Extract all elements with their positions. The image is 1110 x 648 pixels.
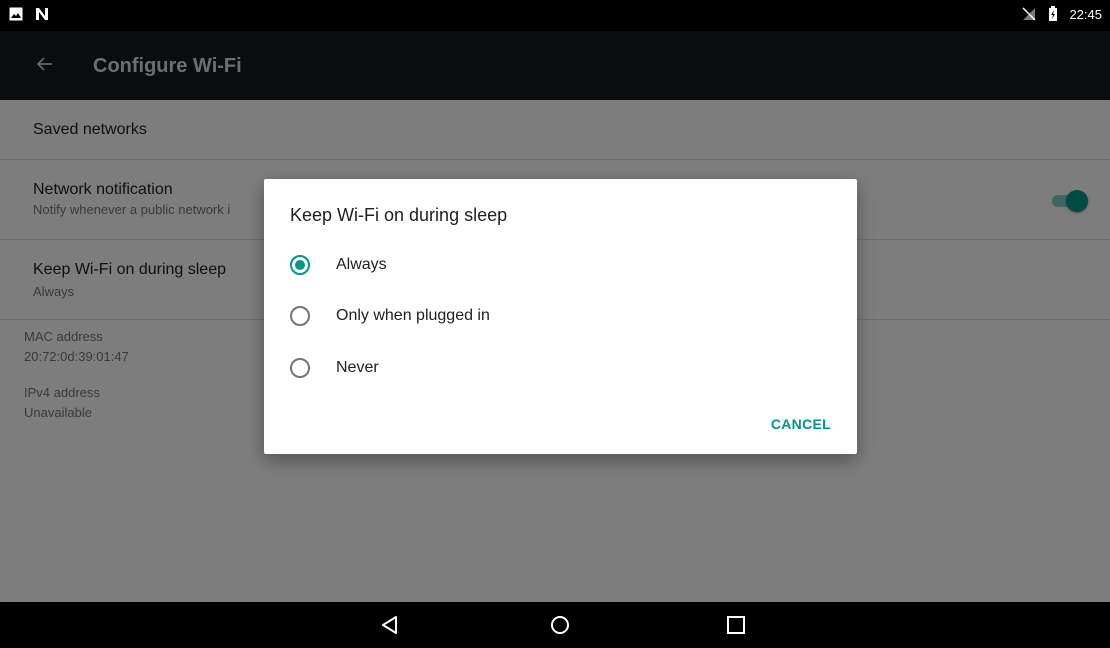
radio-checked-icon[interactable] [290,255,310,275]
keep-wifi-dialog: Keep Wi-Fi on during sleep Always Only w… [264,179,857,454]
radio-unchecked-icon[interactable] [290,306,310,326]
recent-apps-square-icon[interactable] [726,615,746,635]
option-never-label: Never [336,359,379,376]
cancel-button[interactable]: CANCEL [771,416,831,432]
image-icon [8,6,24,22]
home-circle-icon[interactable] [550,615,570,635]
status-bar: 22:45 [0,0,1110,31]
option-never[interactable]: Never [290,348,830,388]
dialog-title: Keep Wi-Fi on during sleep [290,205,508,225]
navigation-bar [0,602,1110,648]
n-icon [34,6,50,22]
no-sim-icon [1021,6,1037,22]
battery-charging-icon [1045,6,1061,22]
clock: 22:45 [1069,6,1102,22]
option-always-label: Always [336,256,387,273]
option-only-when-plugged-in[interactable]: Only when plugged in [290,296,830,336]
option-always[interactable]: Always [290,245,830,285]
status-left-icons [8,6,50,22]
status-right-icons: 22:45 [1021,6,1102,22]
back-triangle-icon[interactable] [380,615,400,635]
radio-unchecked-icon[interactable] [290,358,310,378]
option-plugged-label: Only when plugged in [336,307,490,324]
